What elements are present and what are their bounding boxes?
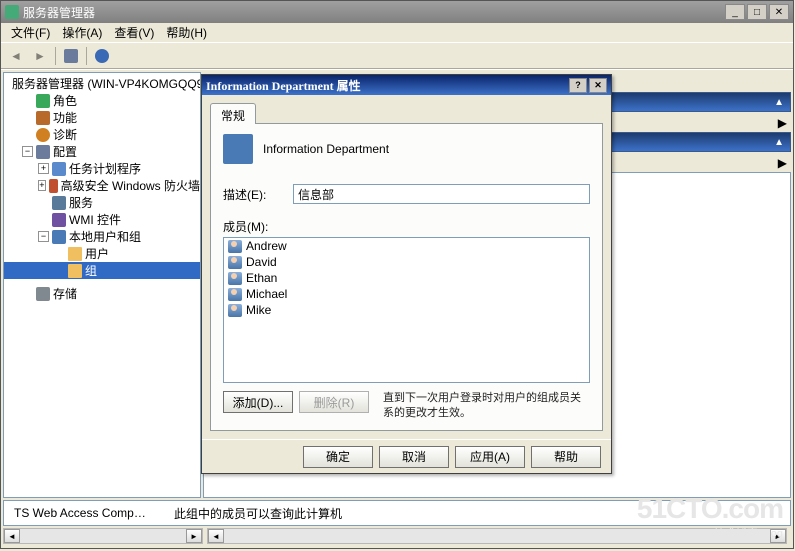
tree-diagnostics[interactable]: 诊断 (4, 126, 200, 143)
tree-local-users[interactable]: −本地用户和组 (4, 228, 200, 245)
member-name: Andrew (246, 239, 287, 253)
dialog-close-button[interactable]: ✕ (589, 78, 607, 93)
back-button[interactable]: ◄ (5, 46, 27, 66)
dialog-footer: 确定 取消 应用(A) 帮助 (202, 439, 611, 473)
user-icon (228, 304, 242, 317)
app-icon (5, 5, 19, 19)
list-item-name: TS Web Access Comp… (14, 506, 174, 520)
collapse-chevron-icon: ▲ (774, 137, 784, 148)
list-item-desc: 此组中的成员可以查询此计算机 (174, 505, 342, 522)
member-item[interactable]: Ethan (224, 270, 589, 286)
member-name: Mike (246, 303, 271, 317)
forward-button[interactable]: ► (29, 46, 51, 66)
menu-view[interactable]: 查看(V) (108, 22, 160, 43)
hscroll-right[interactable]: ◄► (207, 528, 787, 544)
cancel-button[interactable]: 取消 (379, 446, 449, 468)
member-item[interactable]: Andrew (224, 238, 589, 254)
description-input[interactable] (293, 184, 590, 204)
user-icon (228, 240, 242, 253)
user-icon (228, 288, 242, 301)
member-item[interactable]: David (224, 254, 589, 270)
member-name: Michael (246, 287, 287, 301)
tree-root[interactable]: 服务器管理器 (WIN-VP4KOMGQQ9F) (4, 75, 200, 92)
expand-icon[interactable]: + (38, 163, 49, 174)
group-large-icon (223, 134, 253, 164)
hscroll-left[interactable]: ◄► (3, 528, 203, 544)
tree-roles[interactable]: 角色 (4, 92, 200, 109)
tree-groups[interactable]: 组 (4, 262, 200, 279)
tree-storage[interactable]: 存储 (4, 285, 200, 302)
collapse-chevron-icon: ▲ (774, 97, 784, 108)
properties-dialog: Information Department 属性 ? ✕ 常规 Informa… (201, 74, 612, 474)
maximize-button[interactable]: □ (747, 4, 767, 20)
tree-users[interactable]: 用户 (4, 245, 200, 262)
remove-button[interactable]: 删除(R) (299, 391, 369, 413)
add-button[interactable]: 添加(D)... (223, 391, 293, 413)
collapse-icon[interactable]: − (38, 231, 49, 242)
tab-panel-general: Information Department 描述(E): 成员(M): And… (210, 123, 603, 431)
members-listbox[interactable]: Andrew David Ethan Michael Mike (223, 237, 590, 383)
member-name: Ethan (246, 271, 277, 285)
tree-features[interactable]: 功能 (4, 109, 200, 126)
user-icon (228, 272, 242, 285)
membership-note: 直到下一次用户登录时对用户的组成员关系的更改才生效。 (383, 391, 590, 420)
tree-configuration[interactable]: −配置 (4, 143, 200, 160)
help-tool-button[interactable] (91, 46, 113, 66)
dialog-titlebar[interactable]: Information Department 属性 ? ✕ (202, 75, 611, 95)
member-item[interactable]: Michael (224, 286, 589, 302)
collapse-icon[interactable]: − (22, 146, 33, 157)
member-item[interactable]: Mike (224, 302, 589, 318)
help-button[interactable]: 帮助 (531, 446, 601, 468)
bottom-list[interactable]: TS Web Access Comp… 此组中的成员可以查询此计算机 (3, 500, 791, 526)
ok-button[interactable]: 确定 (303, 446, 373, 468)
apply-button[interactable]: 应用(A) (455, 446, 525, 468)
tree-pane[interactable]: 服务器管理器 (WIN-VP4KOMGQQ9F) 角色 功能 诊断 −配置 +任… (3, 72, 201, 498)
tab-general[interactable]: 常规 (210, 103, 256, 124)
description-label: 描述(E): (223, 186, 293, 203)
window-title: 服务器管理器 (23, 4, 95, 21)
close-button[interactable]: ✕ (769, 4, 789, 20)
members-label: 成员(M): (223, 220, 268, 234)
menubar: 文件(F) 操作(A) 查看(V) 帮助(H) (1, 23, 793, 43)
titlebar[interactable]: 服务器管理器 _ □ ✕ (1, 1, 793, 23)
chevron-right-icon: ▶ (778, 156, 787, 170)
tree-services[interactable]: 服务 (4, 194, 200, 211)
menu-action[interactable]: 操作(A) (56, 22, 108, 43)
expand-icon[interactable]: + (38, 180, 46, 191)
tree-wmi[interactable]: WMI 控件 (4, 211, 200, 228)
toolbar: ◄ ► (1, 43, 793, 69)
menu-help[interactable]: 帮助(H) (160, 22, 213, 43)
chevron-right-icon: ▶ (778, 116, 787, 130)
minimize-button[interactable]: _ (725, 4, 745, 20)
dialog-title: Information Department 属性 (206, 77, 361, 94)
tab-strip: 常规 (210, 101, 603, 123)
tree-task-scheduler[interactable]: +任务计划程序 (4, 160, 200, 177)
context-help-button[interactable]: ? (569, 78, 587, 93)
properties-button[interactable] (60, 46, 82, 66)
tree-firewall[interactable]: +高级安全 Windows 防火墙 (4, 177, 200, 194)
member-name: David (246, 255, 277, 269)
group-name-label: Information Department (263, 142, 389, 156)
user-icon (228, 256, 242, 269)
menu-file[interactable]: 文件(F) (5, 22, 56, 43)
